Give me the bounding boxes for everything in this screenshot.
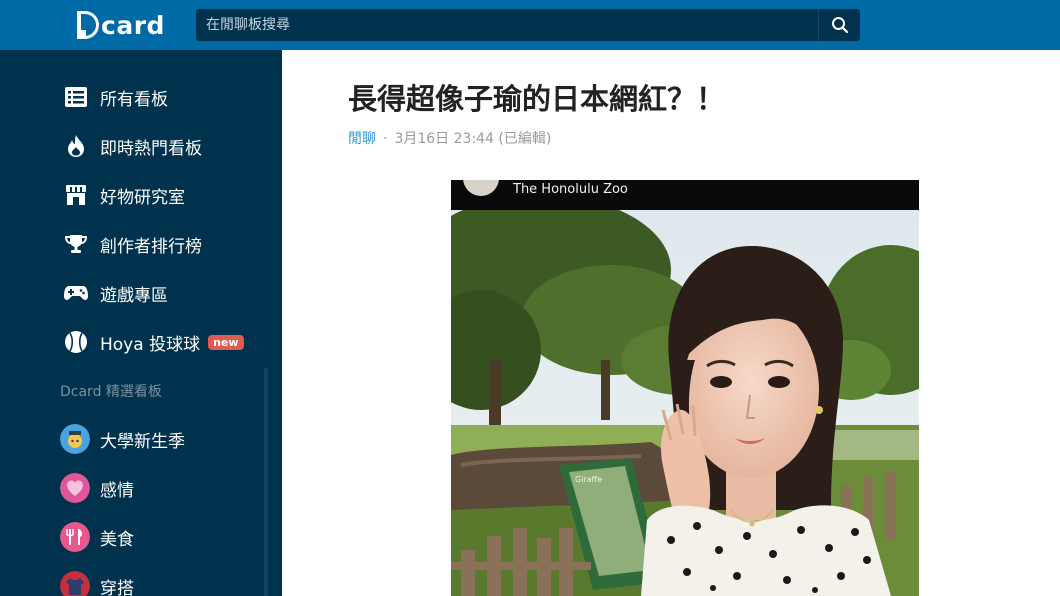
top-header: card bbox=[0, 0, 1060, 50]
food-forum-icon bbox=[60, 522, 90, 552]
sidebar-item-food[interactable]: 美食 bbox=[60, 521, 134, 553]
sidebar-item-dressup[interactable]: 穿搭 bbox=[60, 570, 134, 596]
image-caption: The Honolulu Zoo bbox=[513, 182, 628, 197]
sidebar-item-label: 穿搭 bbox=[100, 578, 134, 596]
sidebar-item-label: 大學新生季 bbox=[100, 431, 185, 452]
search-button[interactable] bbox=[818, 9, 860, 41]
meta-separator: · bbox=[383, 131, 388, 147]
dressup-forum-icon bbox=[60, 571, 90, 596]
logo-d-mark bbox=[77, 11, 99, 39]
sidebar: 所有看板 即時熱門看板 好物研究室 創作者排行榜 遊戲專區 Hoya 投球球 n… bbox=[0, 50, 282, 596]
freshman-forum-icon bbox=[60, 424, 90, 454]
post-board-link[interactable]: 閒聊 bbox=[348, 131, 376, 147]
sidebar-item-hoya[interactable]: Hoya 投球球 new bbox=[62, 328, 244, 356]
gamepad-icon bbox=[62, 279, 90, 307]
post-image[interactable]: The Honolulu Zoo Giraffe bbox=[451, 180, 919, 596]
avatar bbox=[463, 180, 499, 196]
post-meta: 閒聊 · 3月16日 23:44 (已編輯) bbox=[348, 128, 551, 148]
sidebar-item-label: Hoya 投球球 bbox=[100, 334, 201, 355]
sidebar-item-label: 所有看板 bbox=[100, 89, 168, 110]
sidebar-item-hot-boards[interactable]: 即時熱門看板 bbox=[62, 132, 202, 160]
search-input[interactable] bbox=[196, 9, 818, 41]
sidebar-item-label: 遊戲專區 bbox=[100, 285, 168, 306]
sidebar-item-goods-lab[interactable]: 好物研究室 bbox=[62, 181, 185, 209]
selfie-photo: Giraffe bbox=[451, 210, 919, 596]
sidebar-item-games[interactable]: 遊戲專區 bbox=[62, 279, 168, 307]
baseball-icon bbox=[62, 328, 90, 356]
featured-boards-title: Dcard 精選看板 bbox=[60, 384, 162, 400]
sidebar-item-relationship[interactable]: 感情 bbox=[60, 472, 134, 504]
logo-text: card bbox=[101, 10, 165, 40]
dcard-logo[interactable]: card bbox=[77, 8, 165, 42]
post-title: 長得超像子瑜的日本網紅？！ bbox=[348, 82, 726, 116]
sidebar-item-label: 即時熱門看板 bbox=[100, 138, 202, 159]
image-caption-bar: The Honolulu Zoo bbox=[451, 180, 919, 210]
search-icon bbox=[831, 17, 848, 34]
trophy-icon bbox=[62, 230, 90, 258]
shop-icon bbox=[62, 181, 90, 209]
new-badge: new bbox=[208, 334, 244, 350]
sidebar-item-freshman[interactable]: 大學新生季 bbox=[60, 423, 185, 455]
sidebar-item-all-boards[interactable]: 所有看板 bbox=[62, 83, 168, 111]
post-date: 3月16日 23:44 (已編輯) bbox=[394, 131, 552, 147]
relationship-forum-icon bbox=[60, 473, 90, 503]
sidebar-scrollbar[interactable] bbox=[264, 368, 268, 596]
sidebar-item-creator-ranking[interactable]: 創作者排行榜 bbox=[62, 230, 202, 258]
search-bar bbox=[196, 9, 860, 41]
giraffe-sign-text: Giraffe bbox=[575, 475, 602, 484]
sidebar-item-label: 感情 bbox=[100, 480, 134, 501]
board-list-icon bbox=[62, 83, 90, 111]
sidebar-item-label: 好物研究室 bbox=[100, 187, 185, 208]
sidebar-item-label: 美食 bbox=[100, 529, 134, 550]
flame-icon bbox=[62, 132, 90, 160]
sidebar-item-label: 創作者排行榜 bbox=[100, 236, 202, 257]
